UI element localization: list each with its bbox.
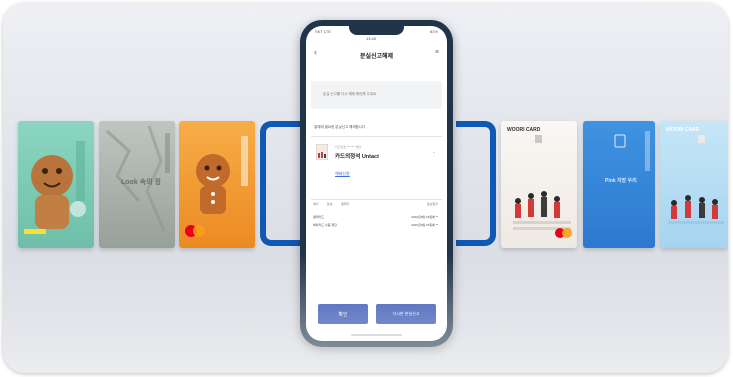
expand-chevron-icon[interactable]: ⌄	[432, 149, 436, 155]
status-battery: 81%	[429, 29, 438, 34]
card-summary: 카드번호 *** *** 해당 카드의정석 Untact ⌄ 해제신청	[311, 136, 442, 200]
table-header: 분실	[327, 202, 333, 206]
people-illustration-sky	[668, 135, 724, 224]
frame-bracket-right	[456, 121, 496, 246]
detail-table: 해지 분실 결제카 분실일자 결제카드 2019년9월 16일에 ** 해외카드…	[311, 202, 442, 242]
card-brand-woori-sky: WOORI CARD	[666, 127, 700, 133]
table-header: 분실일자	[426, 202, 438, 206]
card-look-grey: Look 속의 정	[99, 121, 175, 248]
row-date: 2019년9월 16일에 **	[411, 215, 438, 219]
row-label: 결제카드	[313, 215, 325, 219]
card-name: 카드의정석 Untact	[335, 154, 379, 160]
chip-icon	[614, 131, 650, 171]
confirm-button[interactable]: 확인	[318, 304, 368, 324]
card-cookie-mint	[18, 121, 94, 248]
card-label-look: Look 속의 정	[121, 179, 161, 186]
menu-icon[interactable]: ≡	[435, 49, 439, 56]
table-header: 결제카	[341, 202, 350, 206]
status-time: 13:45	[366, 36, 377, 41]
cancel-link[interactable]: 해제신청	[335, 171, 350, 177]
gingerbread-icon	[185, 136, 248, 237]
home-indicator	[351, 334, 402, 336]
section-heading: 결제에 필요한 분실신고 해제합니다	[314, 125, 366, 129]
card-number: 카드번호 *** *** 해당	[335, 145, 362, 149]
status-carrier: SKT LTE	[315, 29, 331, 34]
cookie-character-icon	[24, 141, 86, 234]
people-illustration	[513, 135, 572, 238]
mini-card-icon	[316, 144, 328, 160]
card-label-blue: Pink 지방 우리	[605, 178, 637, 184]
page-title: 분실신고해제	[359, 54, 394, 60]
phone-notch	[349, 26, 404, 35]
promo-frame: Look 속의 정 WOORI CARD Pink 지방 우리 WOORI CA…	[3, 3, 728, 373]
phone-mockup: SKT LTE 13:45 81% ‹ 분실신고해제 ≡ 분실 신고를 다시 해…	[300, 20, 453, 347]
report-again-button[interactable]: 다시한 분실신고	[376, 304, 436, 324]
card-woori-white: WOORI CARD	[501, 121, 577, 248]
table-header: 해지	[313, 202, 319, 206]
row-label: 해외카드 사용 제한	[313, 223, 337, 227]
card-cookie-orange	[179, 121, 255, 248]
frame-bracket-left	[260, 121, 300, 246]
notice-text: 분실 신고를 다시 해제 확인해 주세요	[323, 92, 377, 96]
row-date: 2019년9월 16일에 **	[411, 223, 438, 227]
card-woori-blue: Pink 지방 우리	[583, 121, 655, 248]
notice-box: 분실 신고를 다시 해제 확인해 주세요	[311, 81, 442, 109]
phone-screen: SKT LTE 13:45 81% ‹ 분실신고해제 ≡ 분실 신고를 다시 해…	[306, 26, 447, 341]
card-woori-sky: WOORI CARD	[660, 121, 728, 248]
card-brand-woori: WOORI CARD	[507, 127, 541, 133]
